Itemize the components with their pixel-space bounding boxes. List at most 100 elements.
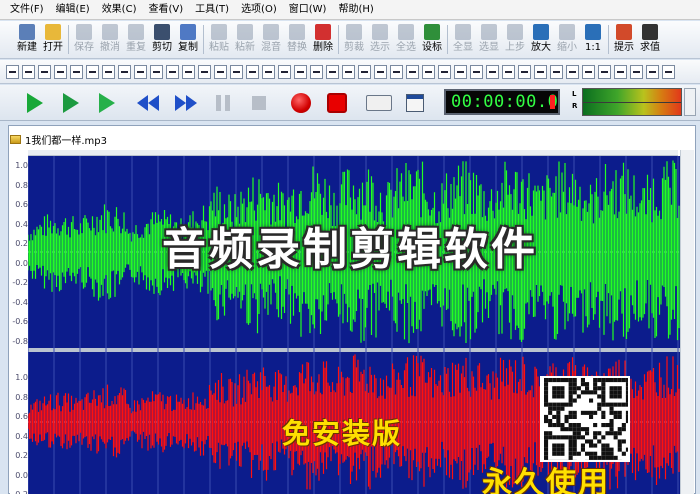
stop-button[interactable] [246, 90, 272, 116]
effect-tool-button[interactable] [22, 64, 35, 79]
toolbar-button[interactable]: 全选 [393, 21, 419, 58]
effect-tool-button[interactable] [118, 64, 131, 79]
toolbar-button[interactable]: 选显 [476, 21, 502, 58]
toolbar-button[interactable]: 上步 [502, 21, 528, 58]
toolbar-button[interactable]: 剪裁 [341, 21, 367, 58]
effect-tool-button[interactable] [326, 64, 339, 79]
menu-item[interactable]: 窗口(W) [283, 1, 333, 19]
effect-tool-button[interactable] [54, 64, 67, 79]
effect-tool-button[interactable] [438, 64, 451, 79]
toolbar-button[interactable]: 选示 [367, 21, 393, 58]
effect-tool-button[interactable] [214, 64, 227, 79]
effect-tool-button[interactable] [454, 64, 467, 79]
toolbar-button[interactable]: 删除 [310, 21, 336, 58]
play-to-end-button[interactable] [94, 90, 120, 116]
effect-tool-button[interactable] [294, 64, 307, 79]
effect-tool-button[interactable] [646, 64, 659, 79]
effect-tool-button[interactable] [342, 64, 355, 79]
effect-tool-button[interactable] [246, 64, 259, 79]
effect-tool-button[interactable] [566, 64, 579, 79]
effect-tool-button[interactable] [614, 64, 627, 79]
record-stop-button[interactable] [324, 90, 350, 116]
effect-tool-button[interactable] [230, 64, 243, 79]
play-loop-button[interactable] [58, 90, 84, 116]
toolbar-button[interactable]: 复制 [175, 21, 201, 58]
qr-module [544, 390, 549, 395]
toolbar-button[interactable]: 保存 [71, 21, 97, 58]
document-tab[interactable]: 1我们都一样.mp3 [10, 131, 107, 147]
effect-tool-button[interactable] [6, 64, 19, 79]
toolbar-button[interactable]: 重复 [123, 21, 149, 58]
effect-tool-button[interactable] [38, 64, 51, 79]
qr-module [593, 386, 598, 391]
toolbar-button[interactable]: 缩小 [554, 21, 580, 58]
amplitude-label: 0.8 [15, 180, 28, 190]
toolbar-button[interactable]: 求值 [637, 21, 663, 58]
time-display: 00:00:00.0 [444, 89, 560, 115]
toolbar-button[interactable]: 打开 [40, 21, 66, 58]
effect-tool-button[interactable] [102, 64, 115, 79]
toolbar-button[interactable]: 全显 [450, 21, 476, 58]
qr-module [572, 410, 577, 415]
menu-item[interactable]: 编辑(E) [50, 1, 96, 19]
toolbar-button[interactable]: 粘贴 [206, 21, 232, 58]
toolbar-button[interactable]: 新建 [14, 21, 40, 58]
effect-tool-button[interactable] [598, 64, 611, 79]
effect-tool-button[interactable] [278, 64, 291, 79]
effect-tool-button[interactable] [486, 64, 499, 79]
toolbar-button[interactable]: 放大 [528, 21, 554, 58]
effect-tool-button[interactable] [502, 64, 515, 79]
menu-item[interactable]: 文件(F) [4, 1, 50, 19]
play-button[interactable] [22, 90, 48, 116]
menu-item[interactable]: 选项(O) [235, 1, 283, 19]
effect-tool-button[interactable] [422, 64, 435, 79]
effect-tool-button[interactable] [582, 64, 595, 79]
qr-module [556, 390, 561, 395]
amplitude-label: 0.6 [15, 200, 28, 209]
rewind-button[interactable] [136, 90, 162, 116]
zoom-selection-icon [481, 24, 497, 40]
effect-tool-button[interactable] [134, 64, 147, 79]
effect-tool-button[interactable] [310, 64, 323, 79]
fast-forward-button[interactable] [172, 90, 198, 116]
toolbar-button[interactable]: 提示 [611, 21, 637, 58]
effect-tool-button[interactable] [630, 64, 643, 79]
toolbar-button[interactable]: 替换 [284, 21, 310, 58]
effect-tool-button[interactable] [86, 64, 99, 79]
qr-module [568, 427, 573, 432]
monitor-toggle[interactable] [366, 90, 392, 116]
effect-tool-button[interactable] [150, 64, 163, 79]
properties-button[interactable] [402, 90, 428, 116]
vertical-scrollbar[interactable] [680, 150, 694, 494]
menu-item[interactable]: 效果(C) [96, 1, 143, 19]
toolbar-button[interactable]: 撤消 [97, 21, 123, 58]
effect-tool-button[interactable] [198, 64, 211, 79]
record-button[interactable] [288, 90, 314, 116]
toolbar-button[interactable]: 设标 [419, 21, 445, 58]
qr-module [617, 447, 622, 452]
pause-button[interactable] [210, 90, 236, 116]
menu-item[interactable]: 查看(V) [142, 1, 189, 19]
effect-tool-button[interactable] [550, 64, 563, 79]
effect-tool-button[interactable] [70, 64, 83, 79]
qr-module [572, 382, 577, 387]
menu-item[interactable]: 工具(T) [189, 1, 235, 19]
toolbar-button[interactable]: 粘新 [232, 21, 258, 58]
toolbar-button[interactable]: 剪切 [149, 21, 175, 58]
toolbar-button[interactable]: 混音 [258, 21, 284, 58]
menu-item[interactable]: 帮助(H) [332, 1, 379, 19]
effect-tool-button[interactable] [390, 64, 403, 79]
toolbar-button[interactable]: 1:1 [580, 21, 606, 58]
effect-tool-button[interactable] [518, 64, 531, 79]
effect-tool-button[interactable] [262, 64, 275, 79]
replace-icon [289, 24, 305, 40]
effect-tool-button[interactable] [662, 64, 675, 79]
effect-tool-button[interactable] [182, 64, 195, 79]
effect-tool-button[interactable] [374, 64, 387, 79]
meter-scrollbar[interactable] [684, 88, 696, 116]
effect-tool-button[interactable] [470, 64, 483, 79]
effect-tool-button[interactable] [406, 64, 419, 79]
effect-tool-button[interactable] [166, 64, 179, 79]
effect-tool-button[interactable] [358, 64, 371, 79]
effect-tool-button[interactable] [534, 64, 547, 79]
